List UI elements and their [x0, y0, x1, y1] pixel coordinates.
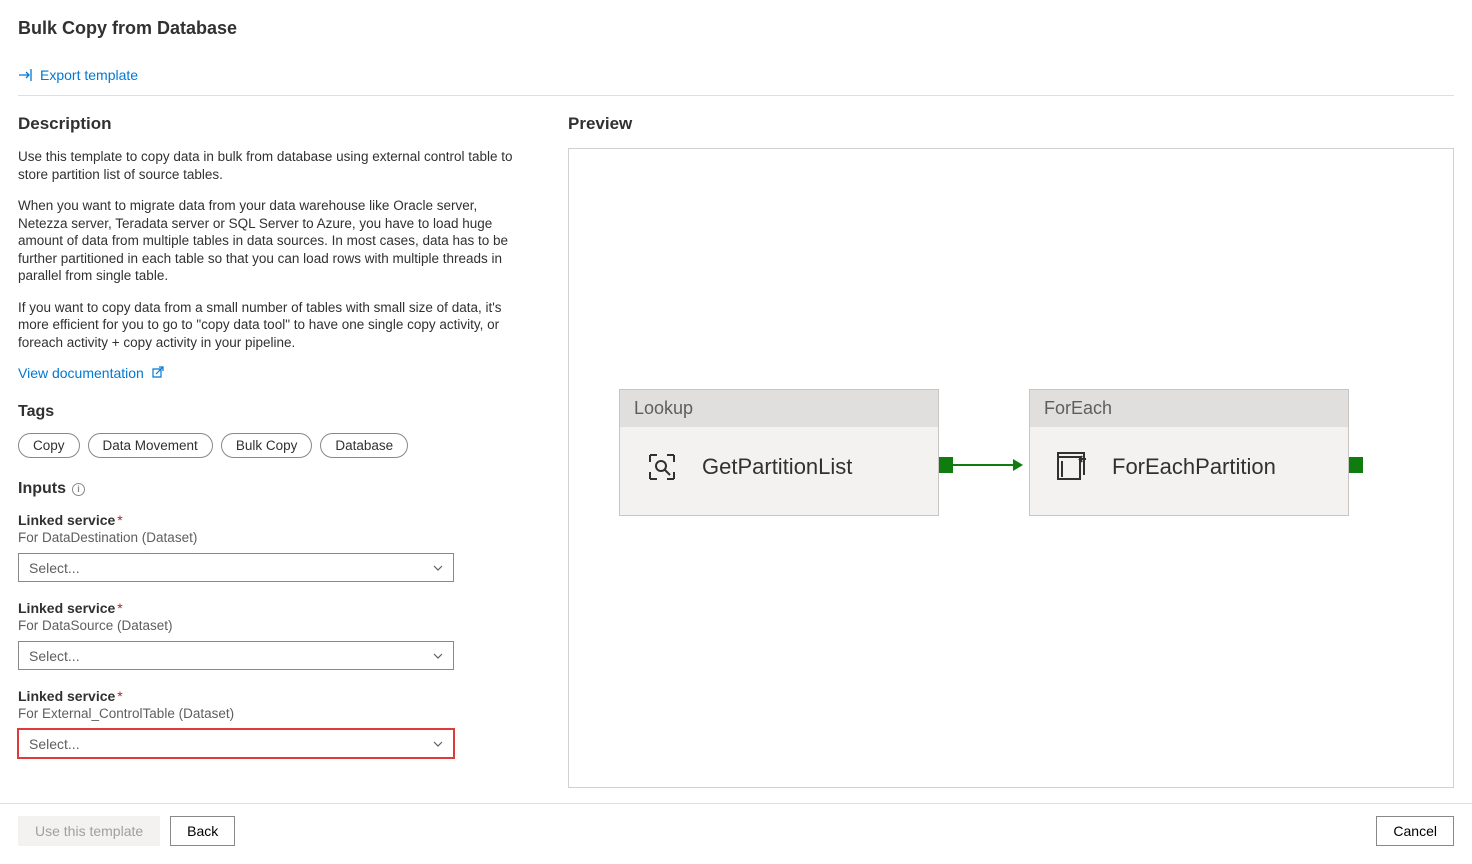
description-heading: Description [18, 114, 528, 134]
input-group-datasource: Linked service* For DataSource (Dataset)… [18, 600, 528, 670]
tag-database[interactable]: Database [320, 433, 408, 458]
arrow-head-icon [1013, 459, 1023, 471]
description-para-2: When you want to migrate data from your … [18, 197, 528, 285]
chevron-down-icon [433, 563, 443, 573]
tag-copy[interactable]: Copy [18, 433, 80, 458]
view-documentation-label: View documentation [18, 365, 144, 381]
input-sublabel-2: For DataSource (Dataset) [18, 618, 528, 633]
activity-foreach[interactable]: ForEach ForEachPartition [1029, 389, 1349, 516]
connector-handle-out[interactable] [939, 457, 953, 473]
required-asterisk: * [117, 600, 122, 616]
preview-canvas[interactable]: Lookup GetPartitionList ForEach [568, 148, 1454, 788]
page-title: Bulk Copy from Database [0, 0, 1472, 43]
tag-data-movement[interactable]: Data Movement [88, 433, 213, 458]
tag-bulk-copy[interactable]: Bulk Copy [221, 433, 313, 458]
description-para-1: Use this template to copy data in bulk f… [18, 148, 528, 183]
lookup-icon [642, 447, 682, 487]
description-para-3: If you want to copy data from a small nu… [18, 299, 528, 352]
connector-line [953, 464, 1013, 466]
activity-lookup-name: GetPartitionList [702, 454, 852, 480]
chevron-down-icon [433, 739, 443, 749]
input-label-3: Linked service [18, 688, 115, 704]
export-template-label: Export template [40, 67, 138, 83]
select-datadestination[interactable]: Select... [18, 553, 454, 582]
select-placeholder-3: Select... [29, 736, 80, 752]
export-template-link[interactable]: Export template [18, 67, 138, 83]
select-controltable[interactable]: Select... [18, 729, 454, 758]
select-placeholder-1: Select... [29, 560, 80, 576]
external-link-icon [150, 366, 164, 380]
connector-handle-out-2[interactable] [1349, 457, 1363, 473]
input-sublabel-1: For DataDestination (Dataset) [18, 530, 528, 545]
info-icon[interactable]: i [72, 483, 85, 496]
input-group-datadestination: Linked service* For DataDestination (Dat… [18, 512, 528, 582]
view-documentation-link[interactable]: View documentation [18, 365, 164, 381]
required-asterisk: * [117, 688, 122, 704]
use-this-template-button: Use this template [18, 816, 160, 846]
tags-row: Copy Data Movement Bulk Copy Database [18, 433, 528, 458]
activity-foreach-name: ForEachPartition [1112, 454, 1276, 480]
preview-heading: Preview [568, 114, 1454, 134]
activity-lookup[interactable]: Lookup GetPartitionList [619, 389, 939, 516]
activity-lookup-type: Lookup [620, 390, 938, 427]
input-group-controltable: Linked service* For External_ControlTabl… [18, 688, 528, 758]
select-placeholder-2: Select... [29, 648, 80, 664]
input-label-1: Linked service [18, 512, 115, 528]
select-datasource[interactable]: Select... [18, 641, 454, 670]
input-sublabel-3: For External_ControlTable (Dataset) [18, 706, 528, 721]
export-icon [18, 68, 34, 82]
required-asterisk: * [117, 512, 122, 528]
chevron-down-icon [433, 651, 443, 661]
input-label-2: Linked service [18, 600, 115, 616]
inputs-heading-label: Inputs [18, 480, 66, 498]
back-button[interactable]: Back [170, 816, 235, 846]
foreach-icon [1052, 447, 1092, 487]
activity-foreach-type: ForEach [1030, 390, 1348, 427]
tags-heading: Tags [18, 403, 528, 421]
cancel-button[interactable]: Cancel [1376, 816, 1454, 846]
footer: Use this template Back Cancel [0, 803, 1472, 864]
toolbar: Export template [0, 43, 1472, 95]
inputs-heading: Inputs i [18, 480, 528, 498]
